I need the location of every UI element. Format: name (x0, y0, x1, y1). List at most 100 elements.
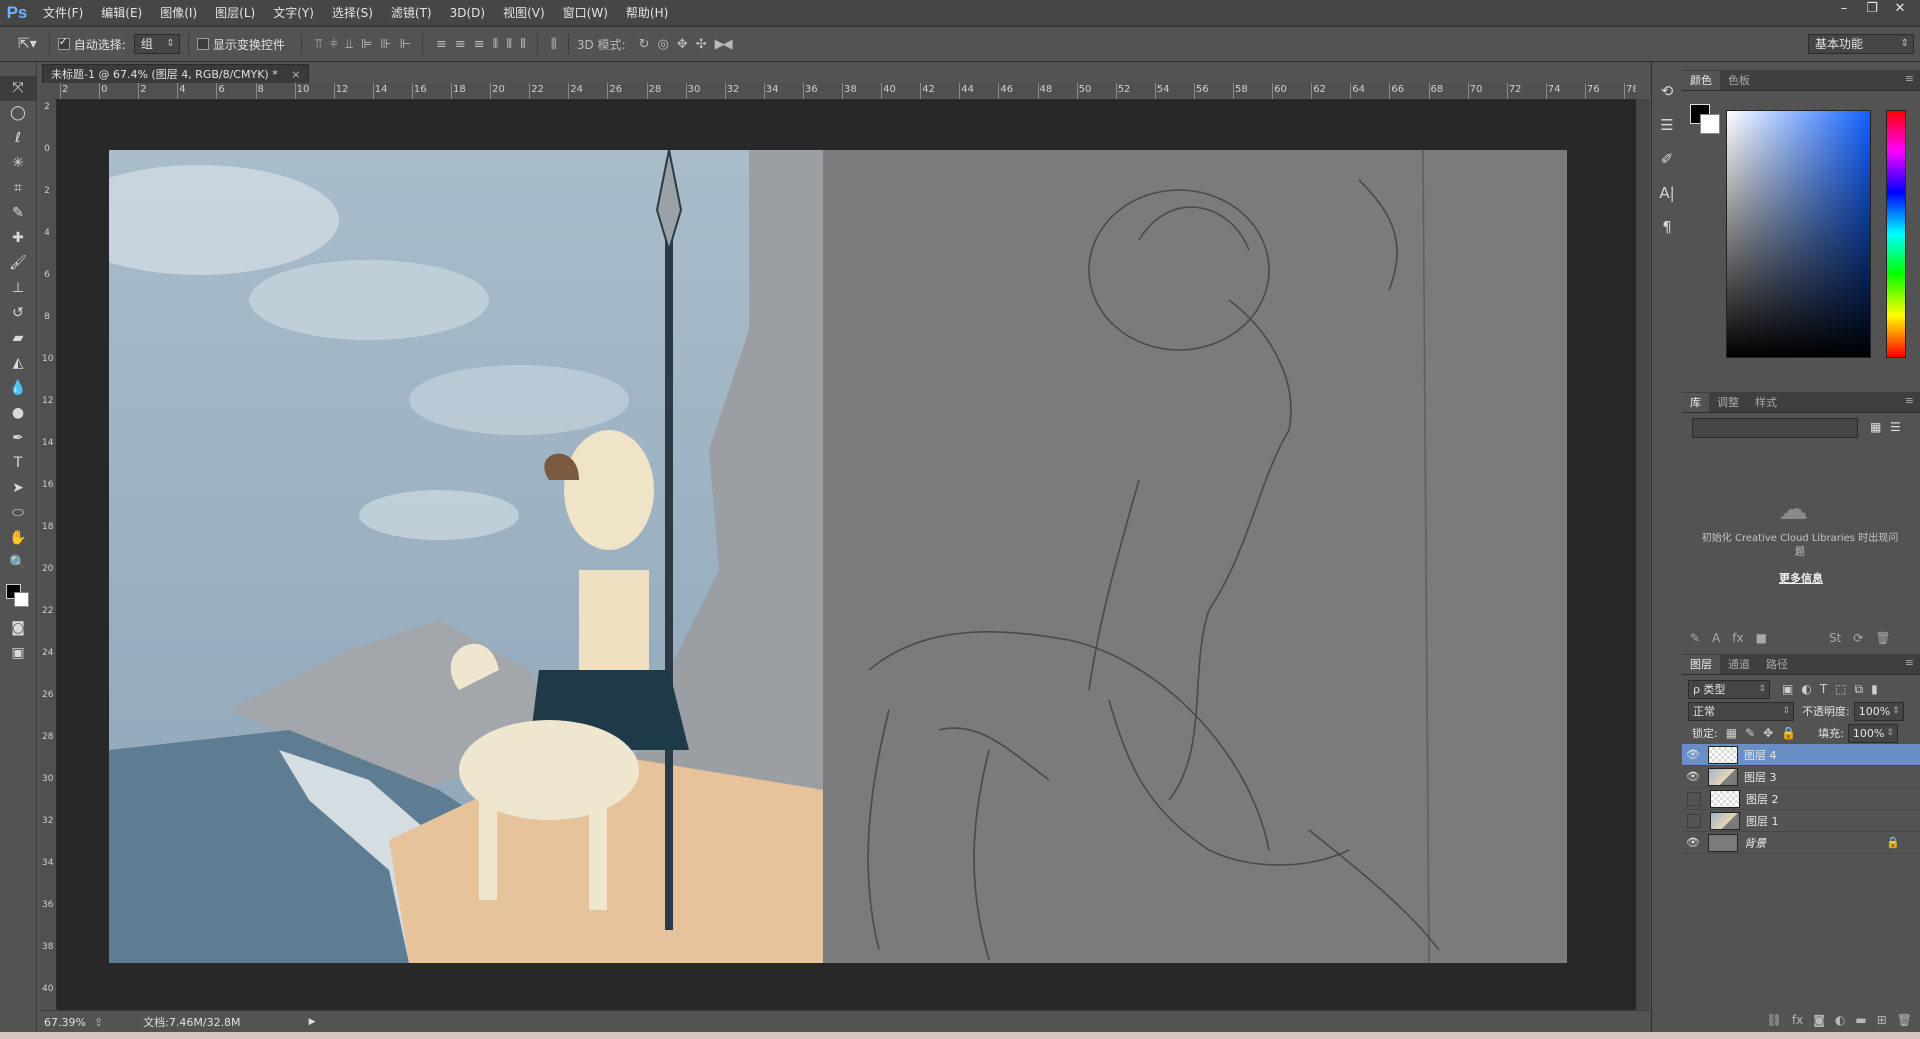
more-info-link[interactable]: 更多信息 (1682, 570, 1920, 586)
menu-select[interactable]: 选择(S) (323, 0, 382, 26)
screen-mode-icon[interactable]: ▣ (0, 641, 36, 666)
scale-3d-icon[interactable]: ▶◀ (715, 37, 733, 52)
distribute-top-icon[interactable]: ≡ (436, 37, 447, 52)
new-layer-icon[interactable]: ⊞ (1877, 1013, 1887, 1027)
move-tool-preset-icon[interactable]: ⇱▾ (18, 36, 37, 52)
type-icon[interactable]: T (0, 451, 36, 476)
lock-transparency-icon[interactable]: ▦ (1726, 726, 1737, 740)
brush-icon[interactable]: 🖌 (0, 251, 36, 276)
paint-bucket-icon[interactable]: ◭ (0, 351, 36, 376)
library-dropdown[interactable] (1692, 418, 1858, 438)
tab-channels[interactable]: 通道 (1720, 655, 1758, 674)
tab-libraries[interactable]: 库 (1682, 393, 1709, 412)
tab-color[interactable]: 颜色 (1682, 71, 1720, 90)
layer-style-icon[interactable]: fx (1792, 1013, 1803, 1027)
paragraph-panel-icon[interactable]: ¶ (1652, 210, 1682, 244)
menu-filter[interactable]: 滤镜(T) (382, 0, 441, 26)
eraser-icon[interactable]: ▰ (0, 326, 36, 351)
auto-align-icon[interactable]: ⫼ (551, 37, 557, 52)
distribute-bottom-icon[interactable]: ≡ (474, 37, 485, 52)
tab-swatches[interactable]: 色板 (1720, 71, 1758, 90)
panel-menu-icon[interactable]: ≡ (1905, 394, 1914, 407)
close-window-button[interactable]: ✕ (1886, 0, 1914, 20)
filter-adjustment-icon[interactable]: ◐ (1801, 682, 1811, 696)
status-menu-arrow[interactable]: ▶ (309, 1017, 316, 1027)
opacity-input[interactable]: 100% (1853, 701, 1904, 721)
fill-input[interactable]: 100% (1847, 723, 1898, 743)
document-tab[interactable]: 未标题-1 @ 67.4% (图层 4, RGB/8/CMYK) * × (42, 64, 310, 84)
grid-view-icon[interactable]: ▦ (1870, 420, 1881, 434)
vertical-ruler[interactable]: 2 0 2 4 6 8 10 12 14 16 18 20 22 24 26 28 30 32 34 36 38 40 (40, 99, 57, 1009)
show-transform-checkbox[interactable] (196, 38, 209, 50)
new-group-icon[interactable]: ▬ (1855, 1013, 1866, 1027)
lock-pixels-icon[interactable]: ✎ (1745, 726, 1755, 740)
horizontal-ruler[interactable]: 2 0 2 4 6 8 10 12 14 16 18 20 22 24 26 28 30 32 34 36 38 40 42… (56, 83, 1636, 100)
auto-select-checkbox[interactable] (57, 35, 70, 50)
delete-layer-icon[interactable]: 🗑 (1897, 1013, 1912, 1027)
auto-select-dropdown[interactable]: 组 (133, 34, 180, 54)
character-panel-icon[interactable]: A| (1652, 176, 1682, 210)
visibility-toggle[interactable] (1687, 791, 1701, 806)
hue-slider[interactable] (1886, 110, 1906, 358)
lock-all-icon[interactable]: 🔒 (1781, 726, 1796, 740)
color-picker-field[interactable] (1726, 110, 1871, 358)
stock-icon[interactable]: St (1829, 631, 1841, 645)
clone-stamp-icon[interactable]: ⊥ (0, 276, 36, 301)
eye-icon[interactable]: 👁 (1682, 748, 1704, 761)
distribute-hcenter-icon[interactable]: ⦀ (506, 37, 512, 52)
menu-view[interactable]: 视图(V) (494, 0, 554, 26)
workspace-dropdown[interactable]: 基本功能 (1808, 34, 1914, 54)
zoom-level[interactable]: 67.39% (44, 1016, 86, 1029)
lasso-icon[interactable]: ℓ (0, 126, 36, 151)
align-bottom-icon[interactable]: ⫫ (346, 37, 353, 52)
brush-preset-icon[interactable]: ✐ (1652, 142, 1682, 176)
crop-icon[interactable]: ⌗ (0, 176, 36, 201)
trash-icon[interactable]: 🗑 (1875, 631, 1890, 645)
roll-3d-icon[interactable]: ◎ (658, 37, 669, 52)
hand-icon[interactable]: ✋ (0, 526, 36, 551)
filter-shape-icon[interactable]: ⬚ (1835, 682, 1846, 696)
background-color-swatch[interactable] (14, 592, 29, 607)
zoom-icon[interactable]: 🔍 (0, 551, 36, 576)
drag-3d-icon[interactable]: ✥ (677, 37, 688, 52)
tab-adjustments[interactable]: 调整 (1709, 393, 1747, 412)
menu-edit[interactable]: 编辑(E) (92, 0, 151, 26)
tab-paths[interactable]: 路径 (1758, 655, 1796, 674)
ruler-corner[interactable] (40, 83, 57, 100)
layer-row[interactable]: 图层 2 (1682, 788, 1920, 810)
eye-icon[interactable]: 👁 (1682, 770, 1704, 783)
align-hcenter-icon[interactable]: ⊪ (380, 37, 391, 52)
sync-icon[interactable]: ⟳ (1853, 631, 1863, 645)
menu-file[interactable]: 文件(F) (34, 0, 92, 26)
slide-3d-icon[interactable]: ✣ (696, 37, 707, 52)
align-vcenter-icon[interactable]: ⫩ (330, 37, 338, 52)
menu-help[interactable]: 帮助(H) (617, 0, 677, 26)
tab-layers[interactable]: 图层 (1682, 655, 1720, 674)
layer-row[interactable]: 👁 图层 4 (1682, 744, 1920, 766)
restore-button[interactable]: ❐ (1858, 0, 1886, 20)
menu-type[interactable]: 文字(Y) (264, 0, 323, 26)
align-right-icon[interactable]: ⊩ (400, 37, 411, 52)
align-left-icon[interactable]: ⊫ (361, 37, 372, 52)
add-mask-icon[interactable]: ◙ (1813, 1013, 1825, 1027)
minimize-button[interactable]: – (1830, 0, 1858, 20)
filter-pixel-icon[interactable]: ▣ (1782, 682, 1793, 696)
properties-panel-icon[interactable]: ☰ (1652, 108, 1682, 142)
add-layer-style-icon[interactable]: fx (1732, 631, 1743, 645)
path-selection-icon[interactable]: ➤ (0, 476, 36, 501)
layer-row[interactable]: 图层 1 (1682, 810, 1920, 832)
filter-type-icon[interactable]: T (1820, 682, 1827, 696)
layer-filter-dropdown[interactable]: ρ 类型 (1688, 679, 1770, 699)
layer-row[interactable]: 👁 图层 3 (1682, 766, 1920, 788)
close-document-icon[interactable]: × (291, 68, 300, 81)
color-swatches[interactable] (0, 576, 36, 616)
history-panel-icon[interactable]: ⟲ (1652, 74, 1682, 108)
distribute-vcenter-icon[interactable]: ≡ (455, 37, 466, 52)
quick-mask-icon[interactable]: ◙ (0, 616, 36, 641)
eye-icon[interactable]: 👁 (1682, 836, 1704, 849)
add-character-style-icon[interactable]: A (1712, 631, 1720, 645)
filter-smart-object-icon[interactable]: ⧉ (1855, 682, 1864, 697)
layer-row[interactable]: 👁 背景 🔒 (1682, 832, 1920, 854)
export-icon[interactable]: ⇪ (94, 1016, 103, 1029)
blend-mode-dropdown[interactable]: 正常 (1688, 701, 1794, 721)
